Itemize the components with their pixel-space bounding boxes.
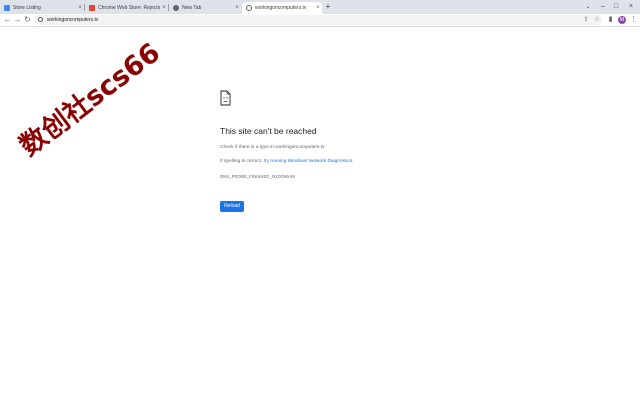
error-code: DNS_PROBE_FINISHED_NXDOMAIN	[220, 174, 296, 179]
tab-chrome-web-store[interactable]: Chrome Web Store: Rejection e... ×	[85, 2, 168, 14]
spelling-hint: If spelling is correct, try running Wind…	[220, 159, 354, 164]
close-tab-icon[interactable]: ×	[314, 5, 322, 11]
bookmark-star-icon[interactable]: ☆	[593, 15, 601, 25]
typo-hint: Check if there is a typo in workingoncom…	[220, 145, 325, 150]
tab-workingoncomputers[interactable]: workingoncomputers.tv ×	[242, 2, 322, 14]
page-title: This site can't be reached	[220, 126, 317, 136]
forward-button[interactable]: →	[13, 15, 22, 25]
close-tab-icon[interactable]: ×	[233, 5, 241, 11]
tab-title: workingoncomputers.tv	[255, 5, 307, 11]
spelling-suffix: .	[352, 159, 354, 164]
tab-new-tab[interactable]: New Tab ×	[169, 2, 241, 14]
site-info-icon[interactable]	[38, 17, 43, 22]
tab-search-icon[interactable]: ⌄	[584, 3, 592, 11]
address-bar[interactable]: workingoncomputers.tv ⇪ ☆	[34, 15, 602, 25]
tab-title: Chrome Web Store: Rejection e...	[98, 5, 160, 11]
minimize-icon[interactable]: –	[598, 2, 608, 12]
watermark-text: 数创社scs66	[14, 37, 167, 163]
close-tab-icon[interactable]: ×	[160, 5, 168, 11]
new-tab-button[interactable]: +	[323, 2, 333, 12]
share-icon[interactable]: ⇪	[582, 15, 590, 25]
window-close-icon[interactable]: ×	[626, 2, 636, 12]
reload-button[interactable]: Reload	[220, 201, 244, 212]
spelling-prefix: If spelling is correct,	[220, 159, 264, 164]
gmail-favicon-icon	[89, 5, 95, 11]
chrome-favicon-icon	[173, 5, 179, 11]
sad-page-icon	[220, 90, 231, 106]
tab-title: New Tab	[182, 5, 202, 11]
tab-strip: Store Listing × Chrome Web Store: Reject…	[0, 0, 640, 14]
side-panel-icon[interactable]: ▮	[606, 15, 615, 25]
tab-store-listing[interactable]: Store Listing ×	[0, 2, 84, 14]
close-tab-icon[interactable]: ×	[76, 5, 84, 11]
tab-title: Store Listing	[13, 5, 41, 11]
maximize-icon[interactable]: □	[611, 2, 621, 12]
reload-icon[interactable]: ↻	[23, 15, 32, 25]
network-diagnostics-link[interactable]: try running Windows Network Diagnostics	[264, 159, 353, 164]
browser-toolbar: ← → ↻ workingoncomputers.tv ⇪ ☆ ▮ M ⋮	[0, 14, 640, 27]
menu-icon[interactable]: ⋮	[630, 15, 637, 25]
globe-favicon-icon	[246, 5, 252, 11]
avatar[interactable]: M	[618, 16, 626, 24]
url-text[interactable]: workingoncomputers.tv	[47, 15, 98, 25]
store-favicon-icon	[4, 5, 10, 11]
back-button[interactable]: ←	[3, 15, 12, 25]
